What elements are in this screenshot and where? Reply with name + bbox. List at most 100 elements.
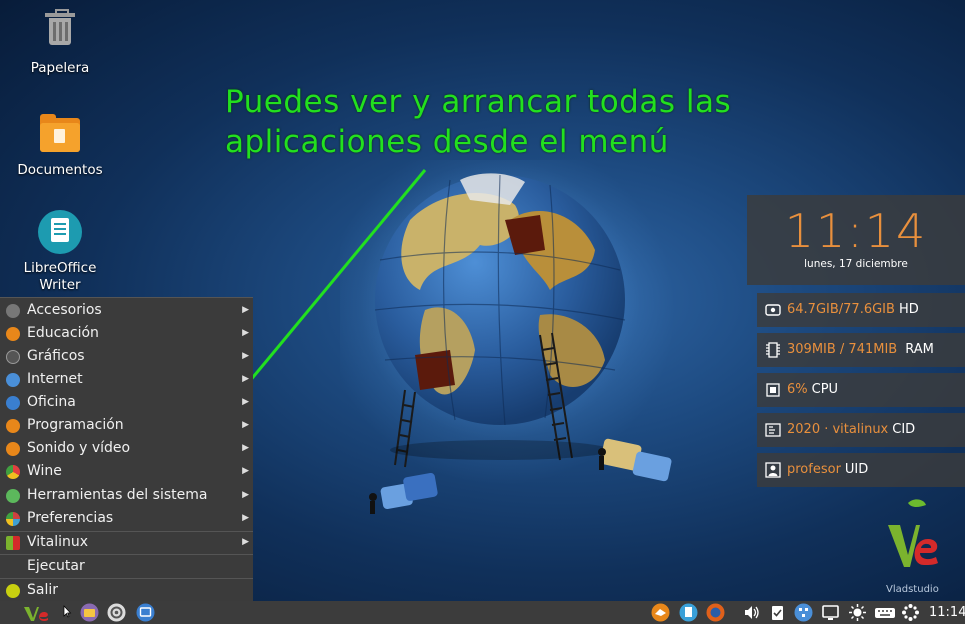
wallpaper-watermark: Vladstudio	[886, 584, 939, 595]
menu-item-accesorios[interactable]: Accesorios ▶	[0, 299, 253, 322]
trash-icon	[36, 8, 84, 56]
user-icon	[765, 462, 781, 478]
menu-item-educacion[interactable]: Educación ▶	[0, 322, 253, 345]
libreoffice-writer-icon	[36, 208, 84, 256]
vitalinux-icon	[6, 536, 20, 550]
clipboard-icon[interactable]	[768, 603, 787, 622]
menu-item-ejecutar[interactable]: Ejecutar	[0, 555, 253, 578]
headline-text: Puedes ver y arrancar todas las aplicaci…	[225, 82, 731, 162]
conky-stat-uid: profesor UID	[757, 453, 965, 487]
display-icon[interactable]	[821, 603, 840, 622]
internet-icon	[6, 373, 20, 387]
preferences-icon	[6, 512, 20, 526]
tray-notes-icon[interactable]	[679, 603, 698, 622]
stat-value: 6%	[787, 382, 808, 397]
cpu-icon	[766, 383, 780, 397]
menu-item-label: Programación	[27, 417, 124, 433]
submenu-arrow-icon: ▶	[242, 328, 249, 338]
cursor-arrow-icon	[63, 605, 72, 618]
stat-label: CID	[892, 422, 916, 437]
menu-item-internet[interactable]: Internet ▶	[0, 368, 253, 391]
tray-app-orange-icon[interactable]	[651, 603, 670, 622]
stat-value: profesor	[787, 462, 841, 477]
accessories-icon	[6, 304, 20, 318]
submenu-arrow-icon: ▶	[242, 443, 249, 453]
volume-icon[interactable]	[742, 603, 761, 622]
stat-label: CPU	[811, 382, 839, 397]
wine-icon	[6, 465, 20, 479]
menu-item-graficos[interactable]: Gráficos ▶	[0, 345, 253, 368]
id-card-icon	[765, 423, 781, 437]
menu-item-label: Sonido y vídeo	[27, 440, 131, 456]
brightness-icon[interactable]	[848, 603, 867, 622]
menu-item-label: Herramientas del sistema	[27, 487, 208, 503]
menu-item-label: Ejecutar	[27, 558, 85, 574]
menu-item-label: Accesorios	[27, 302, 102, 318]
stat-value: 2020 · vitalinux	[787, 422, 889, 437]
desktop-icon-label: Papelera	[30, 60, 90, 76]
taskbar-clock[interactable]: 11:14	[929, 601, 965, 624]
menu-item-programacion[interactable]: Programación ▶	[0, 414, 253, 437]
multimedia-icon	[6, 442, 20, 456]
settings-center-icon[interactable]	[107, 603, 126, 622]
graphics-icon	[6, 350, 20, 364]
menu-item-herramientas-del-sistema[interactable]: Herramientas del sistema ▶	[0, 484, 253, 507]
headline-line-1: Puedes ver y arrancar todas las	[225, 84, 732, 120]
menu-item-label: Preferencias	[27, 510, 114, 526]
apps-dots-icon[interactable]	[901, 603, 920, 622]
desktop-icon-label: LibreOffice Writer	[23, 260, 97, 293]
submenu-arrow-icon: ▶	[242, 374, 249, 384]
stat-value: 64.7GIB/77.6GIB	[787, 302, 895, 317]
stat-label: HD	[898, 302, 919, 317]
menu-item-label: Vitalinux	[27, 534, 89, 550]
menu-item-label: Educación	[27, 325, 99, 341]
menu-item-label: Internet	[27, 371, 83, 387]
start-menu-button[interactable]	[22, 603, 50, 622]
system-tools-icon	[6, 489, 20, 503]
stat-label: RAM	[905, 342, 934, 357]
exit-icon	[6, 584, 20, 598]
stat-value: 309MIB / 741MIB	[787, 342, 898, 357]
vitalinux-logo	[888, 499, 938, 567]
conky-clock-panel: 11:14 lunes, 17 diciembre	[747, 195, 965, 285]
desktop-icon-documents[interactable]: Documentos	[0, 110, 120, 179]
hard-disk-icon	[765, 304, 781, 316]
desktop-icon-trash[interactable]: Papelera	[0, 8, 120, 77]
submenu-arrow-icon: ▶	[242, 537, 249, 547]
submenu-arrow-icon: ▶	[242, 420, 249, 430]
taskbar: 11:14	[0, 601, 965, 624]
programming-icon	[6, 419, 20, 433]
menu-item-label: Wine	[27, 463, 62, 479]
submenu-arrow-icon: ▶	[242, 305, 249, 315]
conky-stat-cpu: 6% CPU	[757, 373, 965, 407]
file-manager-icon[interactable]	[80, 603, 99, 622]
menu-item-sonido-y-video[interactable]: Sonido y vídeo ▶	[0, 437, 253, 460]
desktop-icon-label: Documentos	[17, 162, 103, 178]
conky-stat-ram: 309MIB / 741MIB RAM	[757, 333, 965, 367]
submenu-arrow-icon: ▶	[242, 490, 249, 500]
submenu-arrow-icon: ▶	[242, 351, 249, 361]
desktop-icon-libreoffice-writer[interactable]: LibreOffice Writer	[0, 208, 120, 294]
tray-firefox-icon[interactable]	[706, 603, 725, 622]
menu-item-preferencias[interactable]: Preferencias ▶	[0, 507, 253, 530]
education-icon	[6, 327, 20, 341]
submenu-arrow-icon: ▶	[242, 397, 249, 407]
keyboard-icon[interactable]	[874, 603, 896, 622]
stat-label: UID	[844, 462, 869, 477]
show-desktop-icon[interactable]	[136, 603, 155, 622]
start-menu: Accesorios ▶ Educación ▶ Gráficos ▶ Interne…	[0, 297, 253, 602]
submenu-arrow-icon: ▶	[242, 466, 249, 476]
folder-icon	[36, 110, 84, 158]
menu-item-vitalinux[interactable]: Vitalinux ▶	[0, 531, 253, 554]
menu-item-salir[interactable]: Salir	[0, 579, 253, 602]
menu-item-label: Gráficos	[27, 348, 85, 364]
conky-clock-date: lunes, 17 diciembre	[804, 258, 908, 270]
office-icon	[6, 396, 20, 410]
headline-line-2: aplicaciones desde el menú	[225, 124, 669, 160]
menu-item-wine[interactable]: Wine ▶	[0, 460, 253, 483]
memory-chip-icon	[766, 342, 780, 358]
conky-stat-hd: 64.7GIB/77.6GIB HD	[757, 293, 965, 327]
menu-item-oficina[interactable]: Oficina ▶	[0, 391, 253, 414]
network-icon[interactable]	[794, 603, 813, 622]
wallpaper-globe-puzzle	[340, 160, 675, 514]
